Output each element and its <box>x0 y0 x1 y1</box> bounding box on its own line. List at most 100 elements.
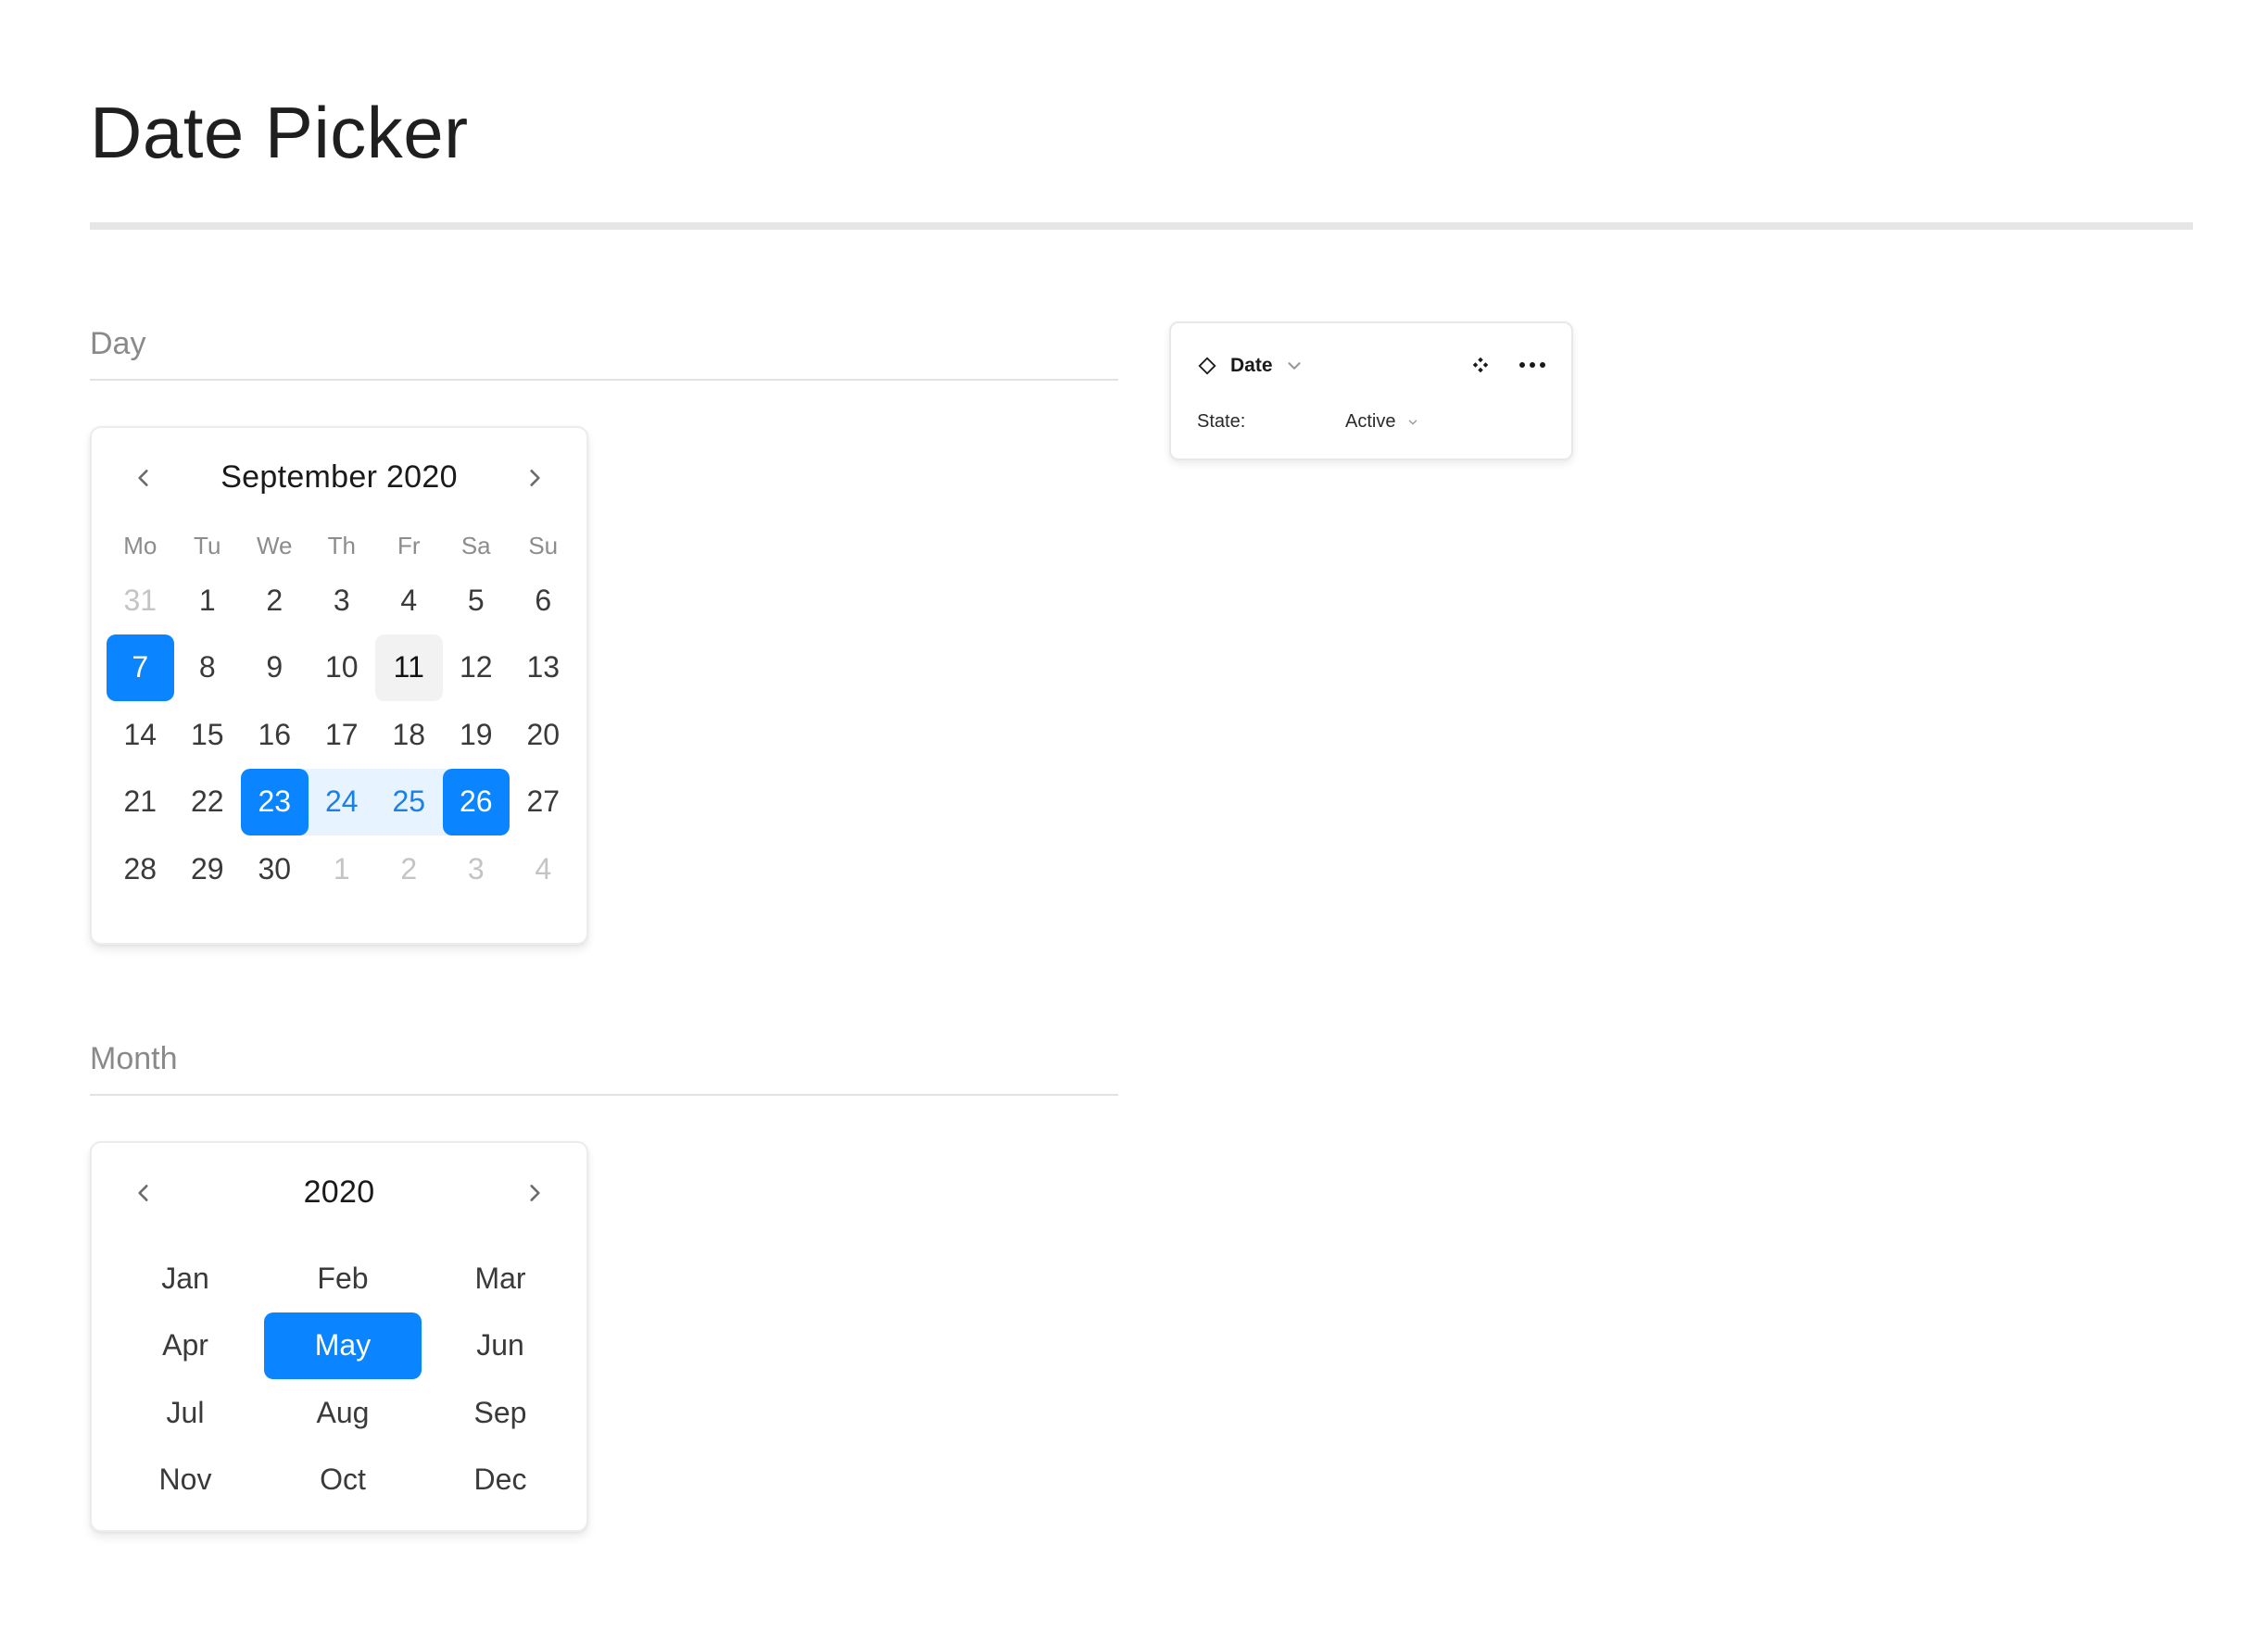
day-cell[interactable]: 27 <box>510 769 577 836</box>
day-cell[interactable]: 11 <box>375 634 443 702</box>
day-cell[interactable]: 2 <box>375 835 443 903</box>
day-cell[interactable]: 22 <box>174 769 242 836</box>
day-number: 30 <box>258 851 292 885</box>
day-cell[interactable]: 4 <box>510 835 577 903</box>
day-number: 25 <box>392 785 426 819</box>
component-diamond-icon <box>1198 357 1216 375</box>
day-number: 28 <box>123 851 158 885</box>
month-picker-header: 2020 <box>92 1160 586 1224</box>
page-title: Date Picker <box>90 92 469 173</box>
month-cell[interactable]: May <box>264 1312 422 1380</box>
day-cell[interactable]: 3 <box>443 835 510 903</box>
month-cell[interactable]: Oct <box>264 1447 422 1514</box>
day-cell[interactable]: 26 <box>442 768 510 835</box>
month-label: Apr <box>162 1328 208 1362</box>
day-cell[interactable]: 31 <box>107 567 174 634</box>
day-number: 3 <box>467 851 485 885</box>
go-to-main-component-button[interactable] <box>1464 351 1497 379</box>
day-number: 18 <box>392 717 426 751</box>
month-cell[interactable]: Sep <box>422 1379 579 1447</box>
day-number: 17 <box>324 717 359 751</box>
month-cell[interactable]: Jul <box>107 1379 264 1447</box>
month-cell[interactable]: Aug <box>264 1379 422 1447</box>
day-cell[interactable]: 4 <box>375 567 443 634</box>
day-number: 4 <box>535 851 552 885</box>
day-cell[interactable]: 20 <box>510 701 577 769</box>
day-cell[interactable]: 24 <box>308 768 375 835</box>
day-cell[interactable]: 18 <box>375 701 443 769</box>
month-label: Feb <box>317 1261 369 1295</box>
next-month-button[interactable] <box>514 458 555 498</box>
day-cell[interactable]: 25 <box>375 768 443 835</box>
day-cell[interactable]: 6 <box>510 567 577 634</box>
day-cell[interactable]: 30 <box>241 835 309 903</box>
day-number: 31 <box>123 583 158 617</box>
month-label: Oct <box>320 1463 366 1497</box>
month-cell[interactable]: Jun <box>422 1312 579 1380</box>
day-picker-title[interactable]: September 2020 <box>92 459 586 496</box>
component-set-icon <box>1472 357 1489 373</box>
day-number: 15 <box>190 717 224 751</box>
month-label: Jan <box>161 1261 209 1295</box>
day-number: 14 <box>123 717 158 751</box>
day-number: 3 <box>333 583 350 617</box>
day-number: 9 <box>266 650 284 684</box>
month-cell[interactable]: Mar <box>422 1245 579 1312</box>
component-properties-panel: Date State: Active <box>1169 321 1573 460</box>
state-dropdown[interactable]: Active <box>1345 411 1419 433</box>
weekday-label: Fr <box>397 532 421 559</box>
day-number: 4 <box>400 583 418 617</box>
day-cell[interactable]: 14 <box>107 701 174 769</box>
day-number: 21 <box>123 785 158 819</box>
day-number: 22 <box>190 785 224 819</box>
day-cell[interactable]: 1 <box>309 835 376 903</box>
day-cell[interactable]: 2 <box>241 567 309 634</box>
day-cell[interactable]: 21 <box>107 769 174 836</box>
day-cell[interactable]: 7 <box>107 634 174 702</box>
component-selector[interactable]: Date <box>1197 355 1304 377</box>
day-number: 11 <box>393 650 424 684</box>
day-cell[interactable]: 8 <box>174 634 242 702</box>
day-cell[interactable]: 10 <box>309 634 376 702</box>
day-cell[interactable]: 12 <box>443 634 510 702</box>
month-label: Jul <box>166 1395 205 1429</box>
title-divider <box>90 222 2193 230</box>
month-label: Sep <box>473 1395 527 1429</box>
month-cell[interactable]: Nov <box>107 1447 264 1514</box>
day-cell[interactable]: 16 <box>241 701 309 769</box>
section-divider-month <box>90 1094 1118 1096</box>
component-name: Date <box>1230 355 1273 376</box>
day-cell[interactable]: 1 <box>174 567 242 634</box>
chevron-down-icon <box>1409 420 1418 424</box>
day-cell[interactable]: 23 <box>241 768 309 835</box>
day-cell[interactable]: 5 <box>443 567 510 634</box>
day-number: 8 <box>198 650 216 684</box>
month-label: Dec <box>473 1463 527 1497</box>
day-number: 12 <box>459 650 493 684</box>
month-label: Jun <box>476 1328 524 1362</box>
weekday-label: Tu <box>194 532 221 559</box>
day-cell[interactable]: 28 <box>107 835 174 903</box>
month-cell[interactable]: Apr <box>107 1312 264 1380</box>
day-cell[interactable]: 3 <box>309 567 376 634</box>
day-cell[interactable]: 15 <box>174 701 242 769</box>
month-cell[interactable]: Feb <box>264 1245 422 1312</box>
chevron-right-icon <box>530 470 540 486</box>
day-number: 26 <box>459 785 493 819</box>
next-year-button[interactable] <box>514 1173 555 1213</box>
day-cell[interactable]: 29 <box>174 835 242 903</box>
day-number: 19 <box>459 717 493 751</box>
state-label: State: <box>1197 411 1246 432</box>
more-options-button[interactable] <box>1516 351 1549 379</box>
month-cell[interactable]: Dec <box>422 1447 579 1514</box>
day-number: 16 <box>258 717 292 751</box>
month-picker-title[interactable]: 2020 <box>92 1174 586 1211</box>
day-cell[interactable]: 9 <box>241 634 309 702</box>
section-divider-day <box>90 379 1118 381</box>
days-grid: 31 1 2 3 4 5 6 7 8 9 10 11 12 13 14 15 16 17 18 19 20 21 22 23 2… <box>107 567 577 903</box>
day-cell[interactable]: 17 <box>309 701 376 769</box>
month-cell[interactable]: Jan <box>107 1245 264 1312</box>
day-cell[interactable]: 13 <box>510 634 577 702</box>
day-picker-header: September 2020 <box>92 445 586 509</box>
day-cell[interactable]: 19 <box>443 701 510 769</box>
